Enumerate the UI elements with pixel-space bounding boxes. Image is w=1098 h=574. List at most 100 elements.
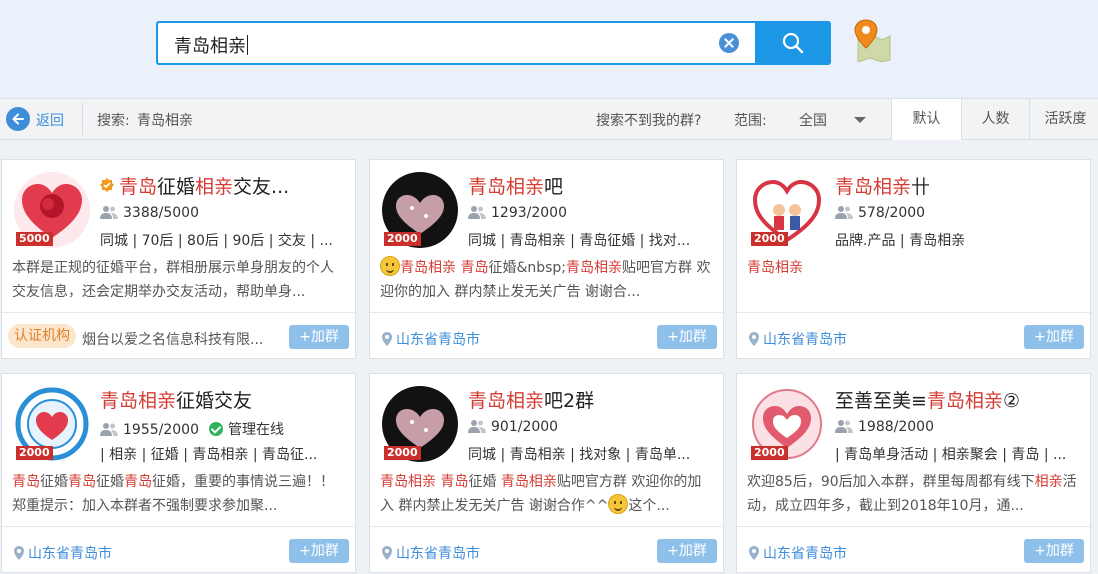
chevron-down-icon[interactable] [854, 117, 866, 123]
capacity-badge: 2000 [16, 446, 53, 460]
group-description: 青岛相亲 青岛征婚 青岛相亲贴吧官方群 欢迎你的加入 群内禁止发无关广告 谢谢合… [380, 470, 714, 518]
group-location[interactable]: 山东省青岛市 [382, 329, 480, 349]
location-label: 山东省青岛市 [763, 332, 847, 348]
search-query[interactable]: 青岛相亲 [174, 32, 248, 58]
member-count: 3388/5000 [100, 205, 199, 221]
desc-text: 征婚&nbsp; [488, 260, 567, 276]
join-group-button[interactable]: +加群 [657, 539, 717, 563]
map-pin-icon[interactable] [852, 16, 892, 62]
desc-text: 征婚 [468, 474, 501, 490]
group-location[interactable]: 山东省青岛市 [749, 543, 847, 563]
location-pin-icon [382, 332, 392, 346]
range-label: 范围: [734, 113, 767, 129]
desc-text: 青岛 [12, 474, 40, 490]
member-count: 901/2000 [468, 419, 558, 435]
divider [82, 103, 83, 135]
clear-icon[interactable] [719, 33, 739, 53]
search-value: 青岛相亲 [137, 113, 193, 129]
online-label: 管理在线 [227, 422, 284, 438]
member-count-value: 901/2000 [491, 419, 559, 435]
desc-text: 青岛相亲 [747, 260, 803, 276]
card-footer: 山东省青岛市 +加群 [737, 312, 1090, 358]
tab-sort-default[interactable]: 默认 [891, 99, 961, 140]
group-card[interactable]: 5000 青岛征婚相亲交友... 3388/5000 同城 | 70后 | 80后 |… [1, 159, 356, 359]
location-label: 山东省青岛市 [763, 546, 847, 562]
title-text: 青岛相亲 [835, 176, 912, 198]
group-title[interactable]: 青岛相亲卄 [835, 172, 930, 199]
group-description: 欢迎85后，90后加入本群，群里每周都有线下相亲活动，成立四年多，截止到2018… [747, 470, 1081, 518]
group-card[interactable]: 2000 青岛相亲吧 1293/2000 同城 | 青岛相亲 | 青岛征婚 | 找对.… [369, 159, 724, 359]
desc-text: 征婚 [40, 474, 68, 490]
desc-text: 本群是正规的征婚平台，群相册展示单身朋友的个人交友信息，还会定期举办交友活动，帮… [12, 260, 334, 300]
title-text: 吧 [544, 176, 564, 198]
card-footer: 山东省青岛市 +加群 [370, 312, 723, 358]
group-title[interactable]: 青岛相亲吧 [468, 172, 563, 199]
group-location[interactable]: 山东省青岛市 [382, 543, 480, 563]
group-card[interactable]: 2000 青岛相亲卄 578/2000 品牌.产品 | 青岛相亲 青岛相亲 山东省青岛市 +… [736, 159, 1091, 359]
card-footer: 山东省青岛市 +加群 [2, 526, 355, 572]
group-title[interactable]: 至善至美≡青岛相亲② [835, 386, 1020, 413]
range-select[interactable]: 全国 [799, 110, 827, 130]
admin-online-status: 管理在线 [208, 422, 284, 438]
member-count-value: 1293/2000 [491, 205, 567, 221]
title-text: 青岛相亲 [926, 390, 1003, 412]
smile-emoji-icon [608, 494, 629, 514]
member-count: 1955/2000 管理在线 [100, 419, 284, 439]
group-location[interactable]: 山东省青岛市 [749, 329, 847, 349]
capacity-badge: 5000 [16, 232, 53, 246]
capacity-badge: 2000 [384, 232, 421, 246]
join-group-button[interactable]: +加群 [289, 325, 349, 349]
group-title[interactable]: 青岛相亲征婚交友 [100, 386, 252, 413]
location-label: 山东省青岛市 [28, 546, 112, 562]
desc-text: 欢迎85后，90后加入本群，群里每周都有线下 [747, 474, 1035, 490]
group-card[interactable]: 2000 青岛相亲征婚交友 1955/2000 管理在线 | 相亲 | 征婚 | 青岛相… [1, 373, 356, 573]
back-label[interactable]: 返回 [36, 110, 64, 130]
join-group-button[interactable]: +加群 [289, 539, 349, 563]
group-tags: | 青岛单身活动 | 相亲聚会 | 青岛 | ... [835, 447, 1067, 463]
title-text: 青岛 [119, 176, 158, 198]
group-description: 青岛相亲 青岛征婚&nbsp;青岛相亲贴吧官方群 欢迎你的加入 群内禁止发无关广… [380, 256, 714, 304]
title-text: 至善至美≡ [835, 390, 927, 412]
desc-text: 青岛相亲 [500, 474, 557, 490]
toolbar: 返回 搜索: 青岛相亲 搜索不到我的群? 范围: 全国 默认 人数 活跃度 [0, 98, 1098, 140]
not-found-link[interactable]: 搜索不到我的群? [596, 110, 701, 130]
members-icon [468, 206, 486, 219]
member-count-value: 3388/5000 [123, 205, 199, 221]
search-button[interactable] [755, 21, 831, 65]
title-text: 相亲 [195, 176, 234, 198]
location-pin-icon [382, 546, 392, 560]
join-group-button[interactable]: +加群 [1024, 325, 1084, 349]
group-card[interactable]: 2000 至善至美≡青岛相亲② 1988/2000 | 青岛单身活动 | 相亲聚会 |… [736, 373, 1091, 573]
title-text: ② [1002, 390, 1020, 412]
search-label: 搜索: [97, 113, 130, 129]
member-count: 578/2000 [835, 205, 925, 221]
desc-text: 青岛相亲 [566, 260, 623, 276]
group-title[interactable]: 青岛征婚相亲交友... [100, 172, 289, 199]
join-group-button[interactable]: +加群 [657, 325, 717, 349]
desc-text: 征婚 [96, 474, 124, 490]
tab-sort-activity[interactable]: 活跃度 [1029, 99, 1098, 140]
group-tags: 同城 | 青岛相亲 | 找对象 | 青岛单... [468, 447, 691, 463]
verified-icon [100, 178, 114, 192]
title-text: 征婚交友 [176, 390, 253, 412]
member-count-value: 578/2000 [858, 205, 926, 221]
desc-text: 青岛 [460, 260, 489, 276]
group-title[interactable]: 青岛相亲吧2群 [468, 386, 594, 413]
join-group-button[interactable]: +加群 [1024, 539, 1084, 563]
members-icon [100, 423, 118, 436]
tab-sort-members[interactable]: 人数 [961, 99, 1029, 140]
members-icon [100, 206, 118, 219]
members-icon [835, 420, 853, 433]
desc-text: 青岛 [440, 474, 469, 490]
desc-text: 青岛 [68, 474, 96, 490]
certified-organization[interactable]: 烟台以爱之名信息科技有限... [82, 329, 278, 349]
group-description: 青岛征婚青岛征婚青岛征婚，重要的事情说三遍！！郑重提示：加入本群者不强制要求参加… [12, 470, 346, 518]
back-arrow-icon [6, 107, 30, 131]
group-card[interactable]: 2000 青岛相亲吧2群 901/2000 同城 | 青岛相亲 | 找对象 | 青岛单… [369, 373, 724, 573]
group-location[interactable]: 山东省青岛市 [14, 543, 112, 563]
location-label: 山东省青岛市 [396, 332, 480, 348]
search-input[interactable]: 青岛相亲 [156, 21, 756, 65]
search-area: 青岛相亲 [0, 0, 1098, 98]
check-icon [208, 422, 223, 436]
title-text: 青岛相亲 [468, 390, 545, 412]
